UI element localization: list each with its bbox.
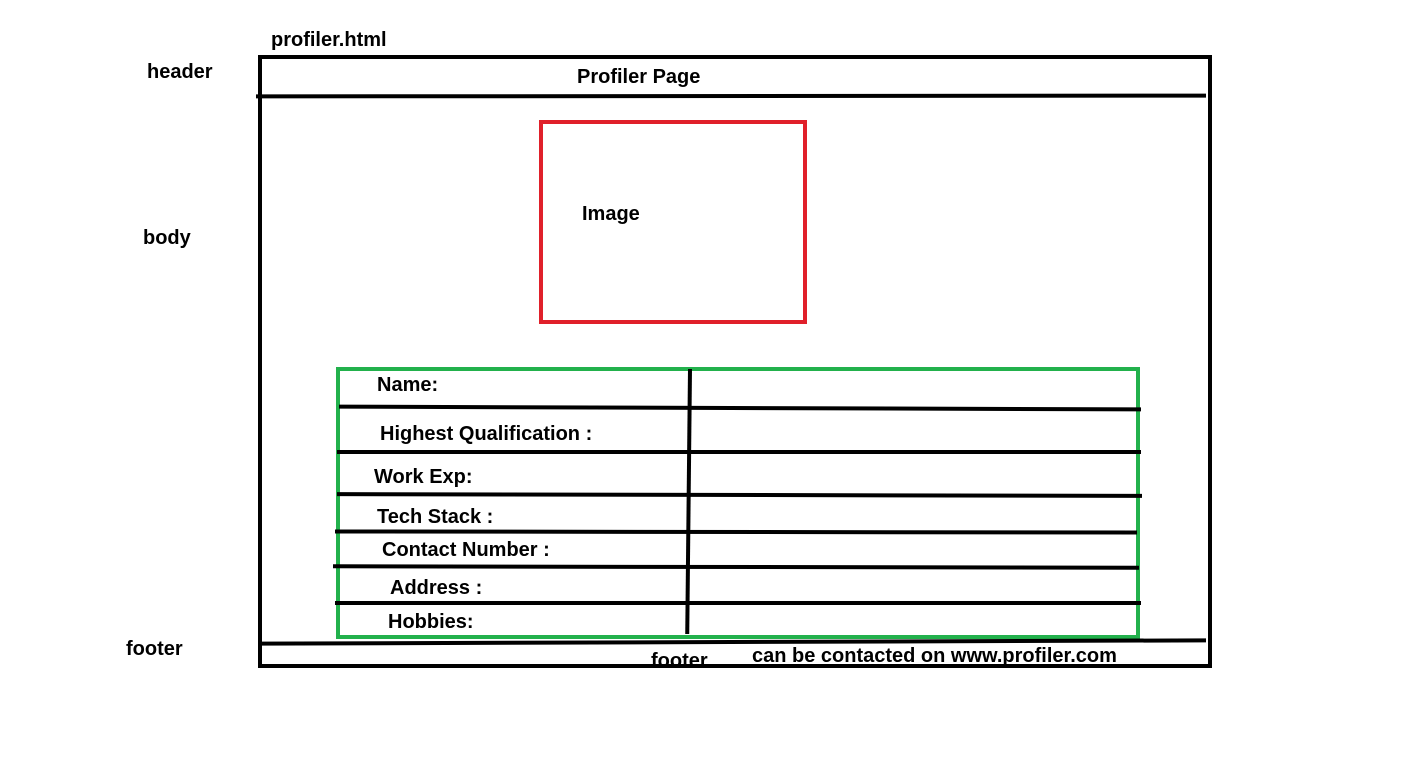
row-label-name: Name:: [377, 374, 439, 396]
table-row-divider: [335, 601, 1141, 605]
image-placeholder: [539, 120, 807, 324]
file-name: profiler.html: [271, 29, 387, 51]
footer-contact-text: can be contacted on www.profiler.com: [752, 645, 1117, 667]
row-label-address: Address :: [390, 577, 483, 599]
row-label-tech-stack: Tech Stack :: [377, 506, 494, 528]
header-divider: [255, 93, 1207, 99]
row-label-contact-number: Contact Number :: [382, 539, 550, 561]
annotation-header: header: [147, 61, 213, 83]
page-title: Profiler Page: [577, 66, 701, 88]
footer-label: footer: [651, 650, 708, 672]
image-placeholder-label: Image: [582, 203, 640, 225]
row-label-highest-qualification: Highest Qualification :: [380, 423, 593, 445]
annotation-footer: footer: [126, 638, 183, 660]
annotation-body: body: [143, 227, 191, 249]
table-row-divider: [337, 450, 1141, 454]
row-label-work-exp: Work Exp:: [374, 466, 473, 488]
row-label-hobbies: Hobbies:: [388, 611, 474, 633]
